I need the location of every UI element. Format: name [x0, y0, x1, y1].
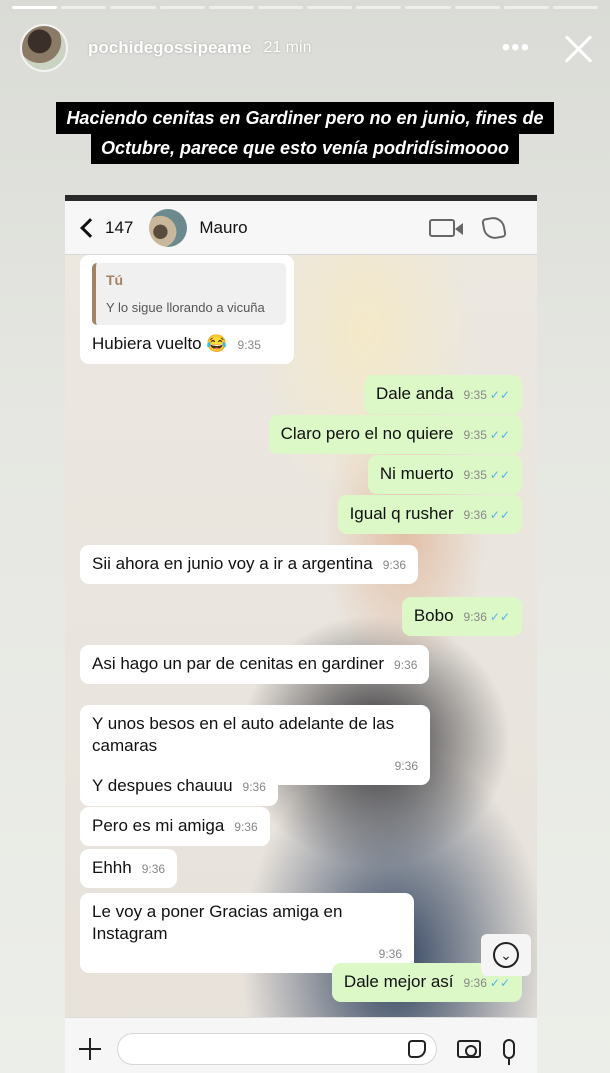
read-receipt-icon: ✓✓ [489, 976, 510, 990]
unread-count[interactable]: 147 [105, 218, 133, 238]
incoming-message[interactable]: Asi hago un par de cenitas en gardiner 9:… [80, 645, 430, 684]
progress-segment [552, 6, 599, 9]
story-avatar[interactable] [20, 24, 68, 72]
read-receipt-icon: ✓✓ [489, 468, 510, 482]
plus-icon[interactable] [79, 1037, 101, 1060]
message-input[interactable] [117, 1032, 437, 1065]
message-time: 9:36 [234, 820, 258, 834]
progress-segment [257, 6, 304, 9]
incoming-message[interactable]: Y despues chauuu 9:36 [80, 767, 278, 806]
read-receipt-icon: ✓✓ [489, 610, 510, 624]
quoted-text: Y lo sigue llorando a vicuña [106, 300, 265, 315]
message-time: 9:35 ✓✓ [463, 388, 510, 402]
progress-segment [61, 6, 107, 9]
scroll-down-button[interactable]: ⌄ [481, 934, 531, 976]
message-text: Le voy a poner Gracias amiga en Instagra… [92, 902, 343, 943]
progress-segment [503, 6, 549, 9]
progress-segment [12, 6, 58, 9]
message-text: Hubiera vuelto 😂 [92, 334, 228, 353]
progress-segment [356, 6, 402, 9]
message-time: 9:36 ✓✓ [463, 508, 510, 522]
progress-segment [405, 6, 451, 9]
quoted-author: Tú [106, 272, 124, 288]
progress-segment [307, 6, 353, 9]
message-text: Dale anda [376, 384, 454, 403]
camera-icon[interactable] [457, 1039, 481, 1058]
back-arrow-icon[interactable] [80, 217, 100, 238]
message-text: Ehhh [92, 858, 132, 877]
message-time: 9:36 [382, 558, 407, 572]
message-text: Bobo [413, 606, 454, 625]
message-time: 9:35 ✓✓ [463, 468, 510, 482]
message-input-bar [65, 1017, 537, 1073]
story-header: pochidegossipeame 21 min ••• [20, 22, 596, 74]
message-time: 9:36 ✓✓ [463, 610, 510, 624]
message-time: 9:35 [237, 338, 261, 352]
message-text: Sii ahora en junio voy a ir a argentina [92, 554, 373, 573]
message-text: Claro pero el no quiere [280, 424, 454, 443]
message-text: Y despues chauuu [92, 776, 233, 795]
contact-name[interactable]: Mauro [199, 218, 247, 238]
outgoing-message[interactable]: Claro pero el no quiere 9:35 ✓✓ [268, 415, 522, 454]
chat-header: 147 Mauro [65, 201, 537, 255]
story-progress-bar [12, 6, 599, 9]
caption-line-1: Haciendo cenitas en Gardiner pero no en … [56, 102, 554, 134]
incoming-message[interactable]: Le voy a poner Gracias amiga en Instagra… [80, 893, 414, 973]
more-options-icon[interactable]: ••• [502, 34, 530, 62]
progress-segment [208, 6, 254, 9]
message-text: Ni muerto [379, 464, 454, 483]
story-username[interactable]: pochidegossipeame [88, 38, 251, 58]
chevron-down-icon: ⌄ [493, 942, 519, 968]
message-text: Igual q rusher [349, 504, 454, 523]
microphone-icon[interactable] [503, 1038, 515, 1065]
caption-line-2: Octubre, parece que esto venía podridísi… [90, 132, 520, 164]
message-time: 9:36 [242, 780, 266, 794]
contact-avatar[interactable] [149, 208, 188, 247]
read-receipt-icon: ✓✓ [489, 508, 510, 522]
message-text: Asi hago un par de cenitas en gardiner [92, 654, 385, 673]
instagram-story: pochidegossipeame 21 min ••• Haciendo ce… [0, 0, 610, 1073]
message-text: Dale mejor así [343, 972, 454, 991]
message-time: 9:36 [378, 947, 402, 961]
message-time: 9:35 ✓✓ [463, 428, 510, 442]
message-time: 9:36 [394, 658, 418, 672]
sticker-icon[interactable] [408, 1039, 426, 1058]
story-timestamp: 21 min [263, 39, 312, 56]
chat-screenshot: 147 Mauro Tú Y lo sigue llorando a vicuña… [65, 195, 537, 1073]
message-text: Pero es mi amiga [92, 816, 225, 835]
video-call-icon[interactable] [429, 218, 463, 237]
phone-call-icon[interactable] [481, 214, 507, 241]
outgoing-message[interactable]: Igual q rusher 9:36 ✓✓ [337, 495, 522, 534]
incoming-message[interactable]: Ehhh 9:36 [80, 849, 178, 888]
message-time: 9:36 ✓✓ [463, 976, 510, 990]
outgoing-message[interactable]: Bobo 9:36 ✓✓ [401, 597, 522, 636]
read-receipt-icon: ✓✓ [489, 388, 510, 402]
progress-segment [454, 6, 500, 9]
message-text: Y unos besos en el auto adelante de las … [92, 714, 395, 755]
story-caption: Haciendo cenitas en Gardiner pero no en … [0, 102, 610, 164]
quoted-reply[interactable]: Tú Y lo sigue llorando a vicuña [92, 263, 286, 325]
progress-segment [110, 6, 156, 9]
outgoing-message[interactable]: Ni muerto 9:35 ✓✓ [367, 455, 522, 494]
incoming-message[interactable]: Sii ahora en junio voy a ir a argentina 9… [80, 545, 419, 584]
incoming-message[interactable]: Pero es mi amiga 9:36 [80, 807, 270, 846]
read-receipt-icon: ✓✓ [489, 428, 510, 442]
message-time: 9:36 [141, 862, 166, 876]
incoming-message[interactable]: Tú Y lo sigue llorando a vicuña Hubiera vu… [80, 255, 294, 364]
progress-segment [159, 6, 205, 9]
close-icon[interactable] [560, 30, 596, 66]
outgoing-message[interactable]: Dale anda 9:35 ✓✓ [364, 375, 522, 414]
